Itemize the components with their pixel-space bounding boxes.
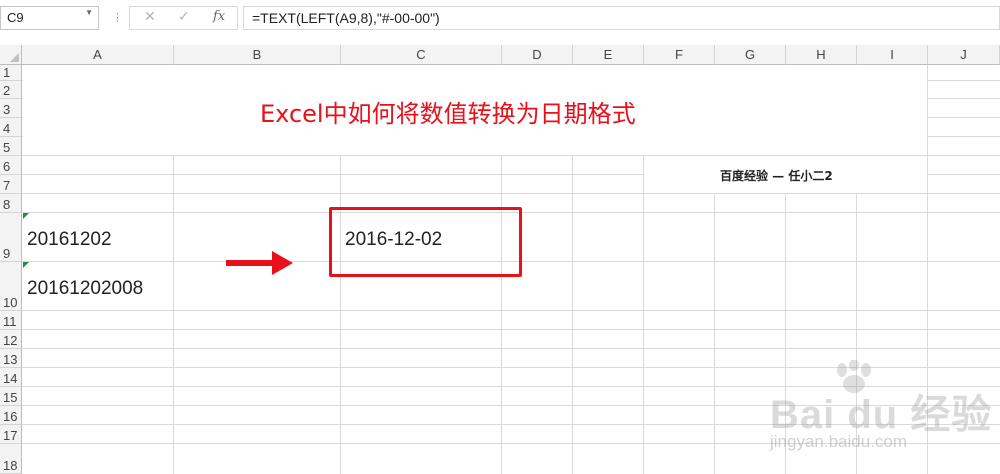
cell-a10[interactable]: 20161202008 <box>27 278 143 300</box>
enter-icon[interactable]: ✓ <box>178 9 190 25</box>
row-header-16[interactable]: 16 <box>0 406 22 425</box>
select-all-button[interactable] <box>0 45 22 65</box>
column-header-j[interactable]: J <box>928 45 1000 65</box>
baidu-watermark: Bai du 经验 jingyan.baidu.com <box>770 360 1000 470</box>
chevron-down-icon[interactable]: ▼ <box>85 8 93 17</box>
row-header-2[interactable]: 2 <box>0 81 22 99</box>
cancel-icon[interactable]: ✕ <box>144 9 156 25</box>
row-header-7[interactable]: 7 <box>0 175 22 194</box>
row-header-17[interactable]: 17 <box>0 425 22 444</box>
row-header-4[interactable]: 4 <box>0 118 22 137</box>
column-header-i[interactable]: I <box>857 45 928 65</box>
row-header-9[interactable]: 9 <box>0 213 22 262</box>
highlight-box <box>329 207 522 277</box>
row-header-5[interactable]: 5 <box>0 137 22 156</box>
row-header-3[interactable]: 3 <box>0 99 22 118</box>
formula-buttons: ✕ ✓ fx <box>129 6 238 30</box>
cell-a9[interactable]: 20161202 <box>27 229 112 251</box>
row-header-15[interactable]: 15 <box>0 387 22 406</box>
author-credit: 百度经验 — 任小二2 <box>720 169 833 183</box>
error-indicator-icon <box>23 262 29 268</box>
row-header-11[interactable]: 11 <box>0 311 22 330</box>
right-arrow-icon <box>226 251 293 275</box>
error-indicator-icon <box>23 213 29 219</box>
formula-input[interactable]: =TEXT(LEFT(A9,8),"#-00-00") <box>243 6 1000 30</box>
column-header-h[interactable]: H <box>786 45 857 65</box>
column-header-a[interactable]: A <box>22 45 174 65</box>
paw-icon <box>837 360 871 393</box>
name-box-value: C9 <box>7 10 24 25</box>
row-header-10[interactable]: 10 <box>0 262 22 311</box>
watermark-logo: Bai du 经验 <box>770 393 993 437</box>
watermark-url: jingyan.baidu.com <box>770 432 908 451</box>
column-header-g[interactable]: G <box>715 45 786 65</box>
row-header-12[interactable]: 12 <box>0 330 22 349</box>
name-box[interactable]: C9 ▼ <box>0 6 99 30</box>
sheet-title: Excel中如何将数值转换为日期格式 <box>260 100 636 128</box>
column-header-e[interactable]: E <box>573 45 644 65</box>
column-header-d[interactable]: D <box>502 45 573 65</box>
row-header-14[interactable]: 14 <box>0 368 22 387</box>
row-header-8[interactable]: 8 <box>0 194 22 213</box>
insert-function-icon[interactable]: fx <box>213 9 225 24</box>
more-icon[interactable]: ⋮ <box>112 12 123 23</box>
formula-bar: C9 ▼ ⋮ ✕ ✓ fx =TEXT(LEFT(A9,8),"#-00-00"… <box>0 0 1000 38</box>
row-header-18[interactable]: 18 <box>0 444 22 474</box>
row-header-6[interactable]: 6 <box>0 156 22 175</box>
column-header-f[interactable]: F <box>644 45 715 65</box>
row-header-1[interactable]: 1 <box>0 65 22 81</box>
column-header-b[interactable]: B <box>174 45 341 65</box>
column-header-c[interactable]: C <box>341 45 502 65</box>
row-header-13[interactable]: 13 <box>0 349 22 368</box>
